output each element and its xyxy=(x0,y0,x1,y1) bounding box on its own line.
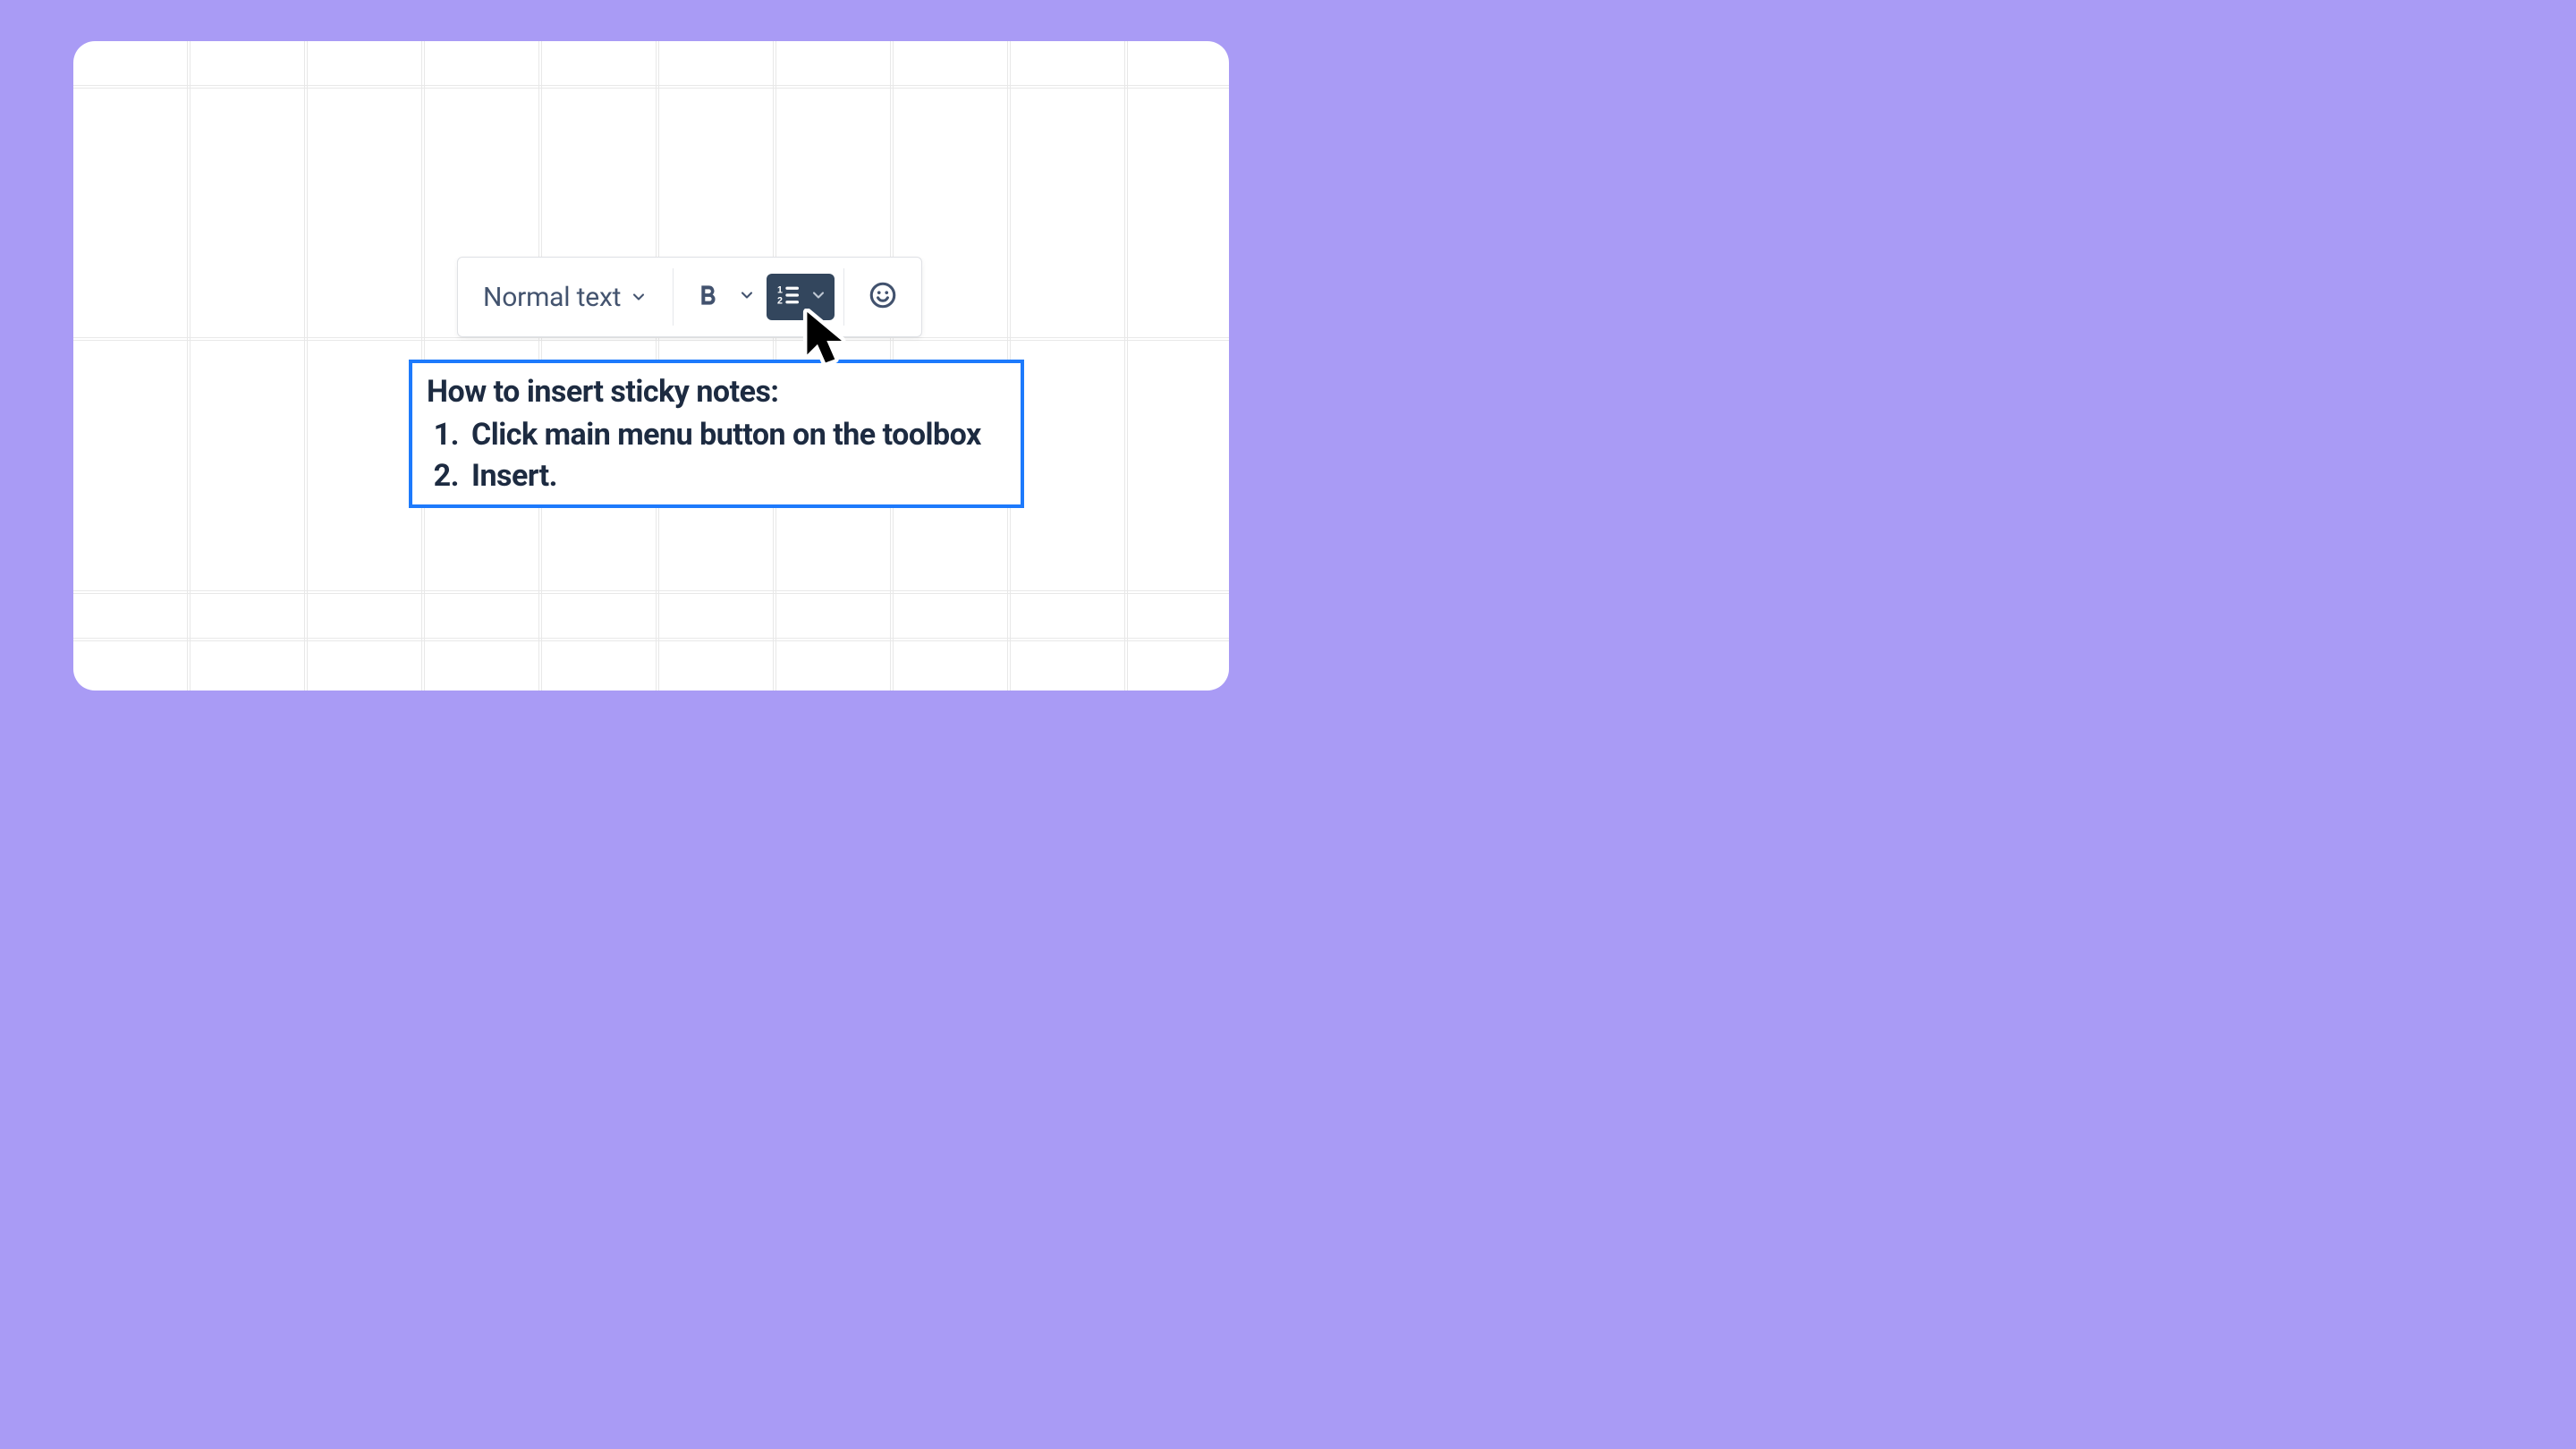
chevron-down-icon xyxy=(630,288,648,306)
bold-button[interactable] xyxy=(682,272,733,322)
numbered-list-button[interactable]: 1 2 xyxy=(774,281,802,313)
bold-dropdown-button[interactable] xyxy=(733,277,761,317)
chevron-down-icon xyxy=(738,286,756,308)
textstyle-dropdown-button[interactable]: Normal text xyxy=(470,275,660,320)
svg-text:1: 1 xyxy=(777,284,783,295)
numbered-list-icon: 1 2 xyxy=(774,281,802,313)
svg-text:2: 2 xyxy=(777,295,783,306)
list-item: Insert. xyxy=(466,456,1006,497)
text-block-heading: How to insert sticky notes: xyxy=(427,372,1006,413)
text-formatting-toolbar: Normal text xyxy=(457,257,922,337)
text-block-ordered-list: Click main menu button on the toolbox In… xyxy=(466,415,1006,497)
smiley-icon xyxy=(868,280,898,314)
canvas-text-block[interactable]: How to insert sticky notes: Click main m… xyxy=(409,360,1024,508)
list-item: Click main menu button on the toolbox xyxy=(466,415,1006,456)
list-button-group: 1 2 xyxy=(767,274,835,320)
bold-icon xyxy=(693,281,722,313)
whiteboard-canvas[interactable]: Normal text xyxy=(73,41,1229,691)
emoji-button[interactable] xyxy=(857,271,909,323)
list-dropdown-button[interactable] xyxy=(809,286,827,308)
chevron-down-icon xyxy=(809,286,827,308)
textstyle-label: Normal text xyxy=(483,282,621,313)
